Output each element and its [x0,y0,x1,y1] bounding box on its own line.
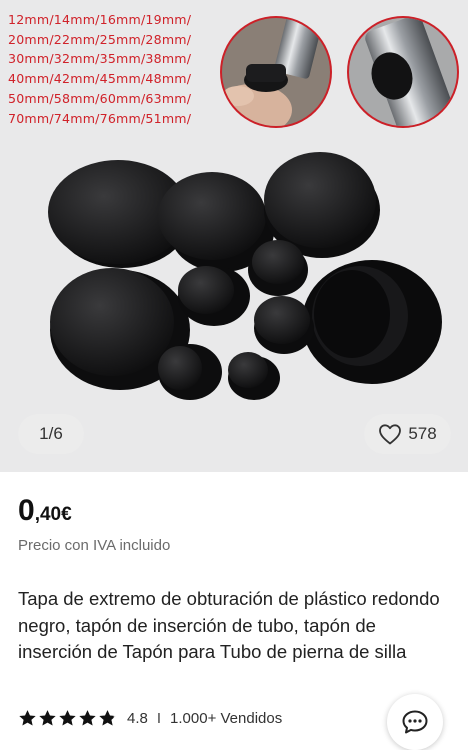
rating-stars [18,709,117,728]
price: 0 ,40€ [18,494,72,528]
heart-icon [379,424,402,445]
like-button[interactable]: 578 [364,414,451,454]
size-line: 50mm/58mm/60mm/63mm/ [8,90,192,106]
star-icon [19,709,36,726]
chat-bubble-icon [402,710,428,734]
star-icon [39,709,56,726]
sold-count: 1.000+ Vendidos [170,709,283,727]
tax-note: Precio con IVA incluido [18,537,171,554]
product-page: 12mm/14mm/16mm/19mm/ 20mm/22mm/25mm/28mm… [0,0,468,750]
size-line: 40mm/42mm/45mm/48mm/ [8,71,192,87]
product-title: Tapa de extremo de obturación de plástic… [18,588,440,662]
image-counter: 1/6 [18,414,84,454]
separator: I [156,709,162,727]
product-image-gallery[interactable]: 12mm/14mm/16mm/19mm/ 20mm/22mm/25mm/28mm… [0,0,468,472]
star-icon [99,709,116,726]
rating-row[interactable]: 4.8 I 1.000+ Vendidos [18,707,282,729]
price-decimal: ,40€ [34,504,72,525]
size-line: 20mm/22mm/25mm/28mm/ [8,31,192,47]
star-icon [79,709,96,726]
price-integer: 0 [18,494,35,527]
star-icon [59,709,76,726]
size-line: 70mm/74mm/76mm/51mm/ [8,110,192,126]
size-list: 12mm/14mm/16mm/19mm/ 20mm/22mm/25mm/28mm… [8,10,228,128]
size-line: 30mm/32mm/35mm/38mm/ [8,51,192,67]
rating-value: 4.8 [127,709,148,727]
likes-count: 578 [408,424,437,443]
chat-button[interactable] [387,694,443,750]
size-line: 12mm/14mm/16mm/19mm/ [8,12,192,27]
